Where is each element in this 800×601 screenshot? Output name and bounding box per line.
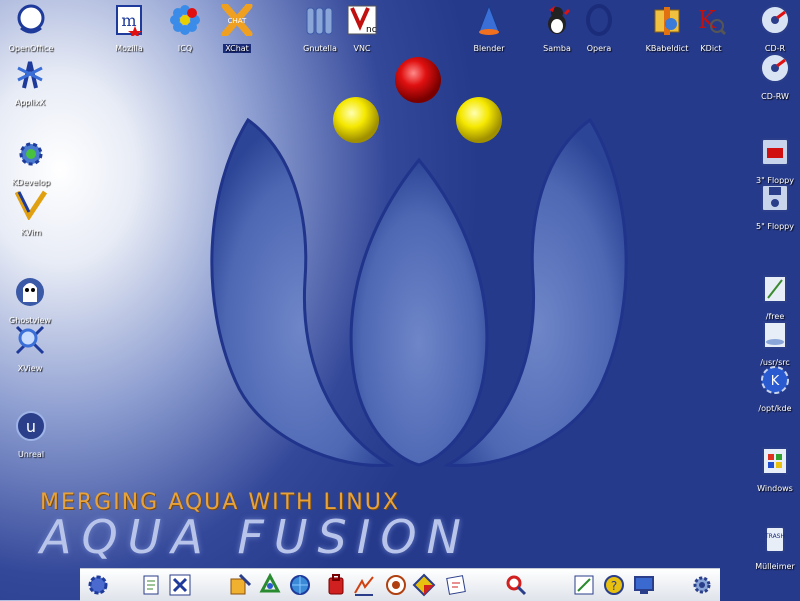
desktop-icon-label: Mozilla — [115, 44, 143, 53]
desktop-icon-opera[interactable]: Opera — [564, 4, 634, 55]
desktop-icon-label: KDict — [700, 44, 722, 53]
desktop-icon-label: XChat — [223, 44, 251, 53]
bag-icon[interactable] — [324, 573, 348, 597]
applix-icon — [17, 61, 43, 89]
cdr-icon — [760, 5, 790, 35]
desktop-icon-label: Opera — [586, 44, 612, 53]
floppy-5-icon — [761, 184, 789, 212]
drive-usrsrc-icon — [763, 321, 787, 349]
svg-text:?: ? — [611, 579, 617, 593]
desktop-icon-blender[interactable]: Blender — [454, 4, 524, 55]
desktop-icon-usrsrc[interactable]: /usr/src — [740, 318, 800, 369]
text-editor-icon[interactable] — [572, 573, 596, 597]
kde-menu-icon[interactable] — [86, 573, 110, 597]
tulip-logo — [210, 57, 628, 468]
kdict-icon: K — [698, 6, 727, 36]
desktop: MERGING AQUA WITH LINUX AQUA FUSION Open… — [0, 0, 800, 601]
monitor-icon[interactable] — [632, 573, 656, 597]
drive-optkde-icon: K — [761, 366, 789, 394]
desktop-icon-label: 5" Floppy — [756, 222, 794, 231]
desktop-icon-vnc[interactable]: nc VNC — [327, 4, 397, 55]
desktop-icon-unreal[interactable]: u Unreal — [0, 410, 66, 461]
vnc-icon: nc — [347, 5, 377, 35]
desktop-icon-kvim[interactable]: KVim — [0, 188, 66, 239]
svg-text:CHAT: CHAT — [228, 17, 247, 25]
desktop-icon-windows[interactable]: Windows — [740, 444, 800, 495]
notes-icon[interactable] — [444, 573, 468, 597]
desktop-icon-cdr[interactable]: CD-R — [740, 4, 800, 55]
desktop-icon-label: CD-RW — [761, 92, 789, 101]
desktop-icon-label: KVim — [20, 228, 42, 237]
desktop-icon-label: Unreal — [17, 450, 45, 459]
mozilla-icon: m — [116, 5, 142, 36]
desktop-icon-label: ApplixX — [14, 98, 46, 107]
desktop-icon-label: OpenOffice — [8, 44, 54, 53]
recycle-icon[interactable] — [258, 573, 282, 597]
trash-icon: TRASH — [764, 526, 785, 553]
svg-text:TRASH: TRASH — [764, 533, 785, 540]
desktop-icon-openoffice[interactable]: OpenOffice — [0, 4, 66, 55]
paint-icon[interactable] — [228, 573, 252, 597]
desktop-icon-cdrw[interactable]: CD-RW — [740, 52, 800, 103]
icq-icon — [170, 5, 200, 35]
kvim-icon — [15, 190, 47, 220]
unreal-icon: u — [16, 411, 46, 441]
desktop-icon-label: /opt/kde — [758, 404, 792, 413]
help-icon[interactable]: ? — [602, 573, 626, 597]
desktop-icon-free[interactable]: /free — [740, 272, 800, 323]
desktop-icon-label: Windows — [757, 484, 793, 493]
desktop-icon-floppy-3[interactable]: 3" Floppy — [740, 136, 800, 187]
svg-text:K: K — [771, 374, 780, 389]
search-tool-icon[interactable] — [504, 573, 528, 597]
ghostview-icon — [16, 278, 44, 306]
xfig-icon[interactable] — [168, 573, 192, 597]
desktop-icon-trash[interactable]: TRASH Mülleimer — [740, 522, 800, 573]
xview-icon — [15, 325, 45, 355]
desktop-icon-label: VNC — [353, 44, 371, 53]
desktop-icon-label: XView — [17, 364, 43, 373]
openoffice-icon — [17, 4, 45, 34]
desktop-icon-label: ICQ — [177, 44, 193, 53]
desktop-icon-kdict[interactable]: K KDict — [676, 4, 746, 55]
desktop-icon-ghostview[interactable]: Ghostview — [0, 276, 65, 327]
desktop-icon-label: Mülleimer — [755, 562, 795, 571]
xchat-icon: CHAT — [221, 4, 253, 36]
kdevelop-icon — [19, 142, 43, 166]
gimp-icon[interactable] — [384, 573, 408, 597]
desktop-icon-optkde[interactable]: K /opt/kde — [740, 364, 800, 415]
cdrw-icon — [760, 53, 790, 83]
floppy-3-icon — [761, 138, 789, 166]
diamond-icon[interactable] — [412, 573, 436, 597]
desktop-icon-xview[interactable]: XView — [0, 324, 65, 375]
desktop-icon-label: KDevelop — [11, 178, 51, 187]
browser-icon[interactable] — [288, 573, 312, 597]
desktop-icon-label: Blender — [473, 44, 505, 53]
blender-icon — [478, 4, 500, 35]
draw-icon[interactable] — [352, 573, 376, 597]
desktop-icon-kdevelop[interactable]: KDevelop — [0, 138, 66, 189]
windows-drive-icon — [762, 447, 788, 475]
svg-text:nc: nc — [366, 25, 377, 35]
wallpaper-brand: AQUA FUSION — [40, 510, 471, 564]
drive-free-icon — [763, 275, 787, 303]
svg-text:u: u — [26, 417, 36, 436]
taskbar: ? — [80, 568, 720, 601]
editor-icon[interactable] — [140, 573, 164, 597]
desktop-icon-xchat[interactable]: CHAT XChat — [202, 4, 272, 55]
svg-text:m: m — [121, 11, 136, 30]
desktop-icon-applix[interactable]: ApplixX — [0, 58, 65, 109]
opera-icon — [586, 4, 612, 36]
settings-icon[interactable] — [690, 573, 714, 597]
desktop-icon-floppy-5[interactable]: 5" Floppy — [740, 182, 800, 233]
